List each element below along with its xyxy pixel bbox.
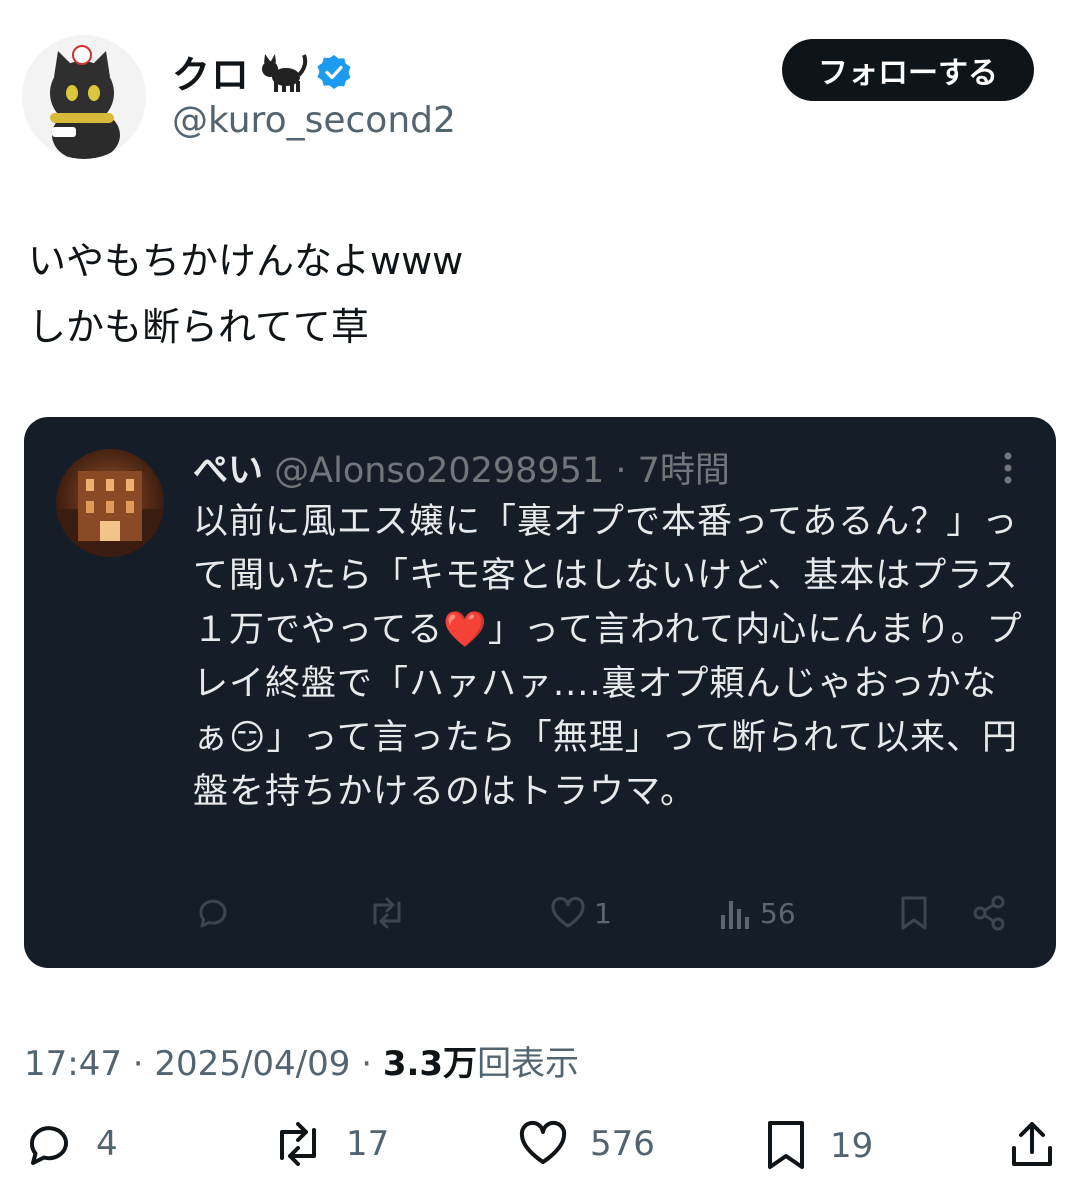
- quoted-handle[interactable]: @Alonso20298951: [274, 451, 604, 491]
- tweet-text: いやもちかけんなよwww しかも断られてて草: [28, 239, 464, 349]
- tweet-meta: 17:47 · 2025/04/09 · 3.3万回表示: [24, 1036, 579, 1085]
- views-icon: [721, 901, 749, 929]
- bookmark-button[interactable]: 19: [762, 1118, 873, 1174]
- quoted-display-name[interactable]: ぺい: [193, 451, 263, 491]
- bookmark-count: 19: [830, 1126, 874, 1166]
- repost-icon: [280, 1122, 316, 1166]
- share-icon: [973, 895, 1005, 931]
- tweet-date[interactable]: 2025/04/09: [154, 1044, 350, 1084]
- quoted-action-bar: 1 56: [193, 893, 1023, 941]
- views-count: 3.3万: [382, 1044, 478, 1084]
- bookmark-icon: [768, 1121, 804, 1169]
- quoted-like-button[interactable]: 1: [548, 893, 612, 933]
- black-cat-emoji-icon: [262, 53, 308, 92]
- bookmark-icon: [901, 896, 927, 930]
- quoted-share-button[interactable]: [969, 893, 1009, 933]
- author-handle[interactable]: @kuro_second2: [172, 100, 456, 141]
- quoted-view-count: 56: [760, 896, 796, 930]
- heart-icon: [519, 1120, 567, 1164]
- author-name-row[interactable]: クロ: [172, 44, 352, 99]
- quoted-time[interactable]: 7時間: [638, 451, 730, 491]
- quoted-reply-button[interactable]: [193, 893, 233, 933]
- share-button[interactable]: [1008, 1118, 1056, 1170]
- reply-button[interactable]: 4: [24, 1118, 118, 1170]
- verified-badge-icon: [317, 54, 351, 89]
- meta-separator: ·: [121, 1044, 155, 1084]
- like-button[interactable]: 576: [516, 1118, 655, 1170]
- tweet-time[interactable]: 17:47: [24, 1044, 122, 1084]
- views-label: 回表示: [477, 1044, 580, 1084]
- author-display-name[interactable]: クロ: [172, 44, 250, 99]
- building-photo-icon: [56, 471, 164, 557]
- quoted-author-avatar[interactable]: [56, 449, 164, 557]
- heart-icon: [551, 896, 585, 928]
- more-options-icon[interactable]: [996, 448, 1020, 488]
- meta-separator: ·: [350, 1044, 383, 1084]
- repost-icon: [373, 897, 401, 929]
- repost-button[interactable]: 17: [270, 1118, 389, 1170]
- black-cat-avatar-icon: [22, 35, 146, 159]
- repost-count: 17: [346, 1124, 390, 1164]
- quoted-like-count: 1: [594, 896, 612, 930]
- quoted-separator: ·: [615, 451, 627, 491]
- quoted-header: ぺい @Alonso20298951 · 7時間: [193, 442, 730, 493]
- quoted-repost-button[interactable]: [365, 893, 409, 933]
- tweet-action-bar: 4 17 576 19: [0, 1118, 1079, 1180]
- quoted-tweet-text: 以前に風エス嬢に「裏オプで本番ってあるん？」って聞いたら「キモ客とはしないけど、…: [193, 502, 1023, 812]
- reply-count: 4: [96, 1124, 118, 1164]
- share-icon: [1012, 1122, 1052, 1166]
- author-avatar[interactable]: [22, 35, 146, 159]
- quoted-views-button[interactable]: 56: [718, 893, 796, 933]
- quoted-bookmark-button[interactable]: [896, 893, 932, 933]
- reply-icon: [30, 1126, 68, 1165]
- like-count: 576: [590, 1124, 655, 1164]
- follow-button[interactable]: フォローする: [782, 39, 1034, 101]
- reply-icon: [199, 899, 227, 928]
